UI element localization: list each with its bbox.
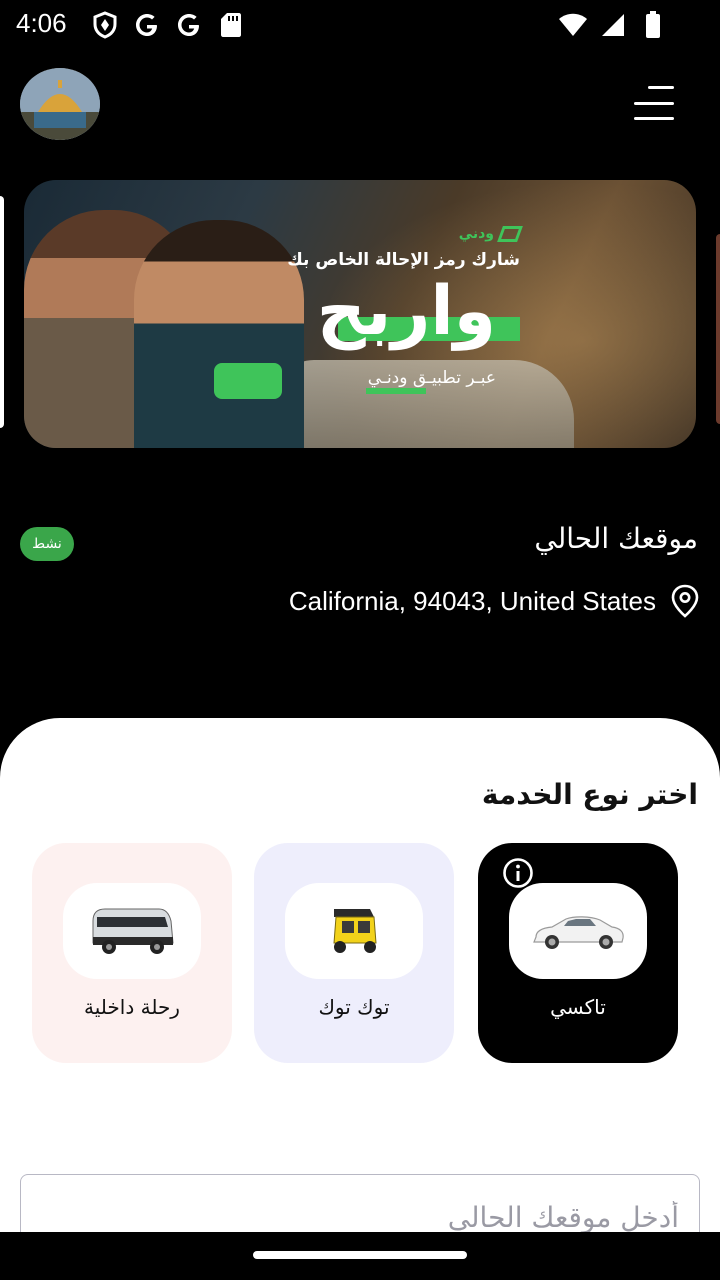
services-title: اختر نوع الخدمة [481,778,698,811]
wifi-icon [558,10,588,40]
banner-person-image [134,220,304,448]
banner-line1: شارك رمز الإحالة الخاص بك [287,250,520,270]
brand-logo-icon [497,226,523,242]
banner-brand: ودني [458,226,494,242]
service-label: توك توك [318,995,390,1019]
location-title: موقعك الحالي [534,522,698,555]
service-label: تاكسي [550,995,606,1019]
info-icon[interactable] [502,857,534,889]
google-icon [174,10,204,40]
service-card-internal-trip[interactable]: رحلة داخلية [32,843,232,1063]
avatar[interactable] [20,68,100,140]
chat-bubble-icon [214,363,282,399]
location-pin-icon [670,584,700,618]
system-nav-bar [0,1232,720,1280]
carousel-prev-peek[interactable] [0,196,4,428]
shield-icon [90,10,120,40]
banner-headline: واربح [316,272,496,351]
hamburger-menu-icon[interactable] [634,86,674,120]
battery-icon [638,10,668,40]
sd-card-icon [216,10,246,40]
home-gesture-handle[interactable] [253,1251,467,1259]
carousel-next-peek[interactable] [716,234,720,424]
location-address: California, 94043, United States [288,585,656,616]
location-input[interactable] [59,1201,679,1234]
service-label: رحلة داخلية [84,995,180,1019]
signal-icon [598,10,628,40]
car-icon [509,883,647,979]
current-location[interactable]: California, 94043, United States [289,584,700,618]
google-icon [132,10,162,40]
status-bar: 4:06 [0,0,720,50]
service-card-tuktuk[interactable]: توك توك [254,843,454,1063]
service-card-taxi[interactable]: تاكسي [478,843,678,1063]
van-icon [63,883,201,979]
service-sheet: اختر نوع الخدمة تاكسي توك توك رحلة داخلي… [0,718,720,1280]
status-badge: نشط [20,527,74,561]
status-time: 4:06 [16,8,67,38]
banner-line3: عبـر تطبيـق ودنـي [367,368,496,388]
tuktuk-icon [285,883,423,979]
promo-banner[interactable]: ودني شارك رمز الإحالة الخاص بك واربح عبـ… [24,180,696,448]
